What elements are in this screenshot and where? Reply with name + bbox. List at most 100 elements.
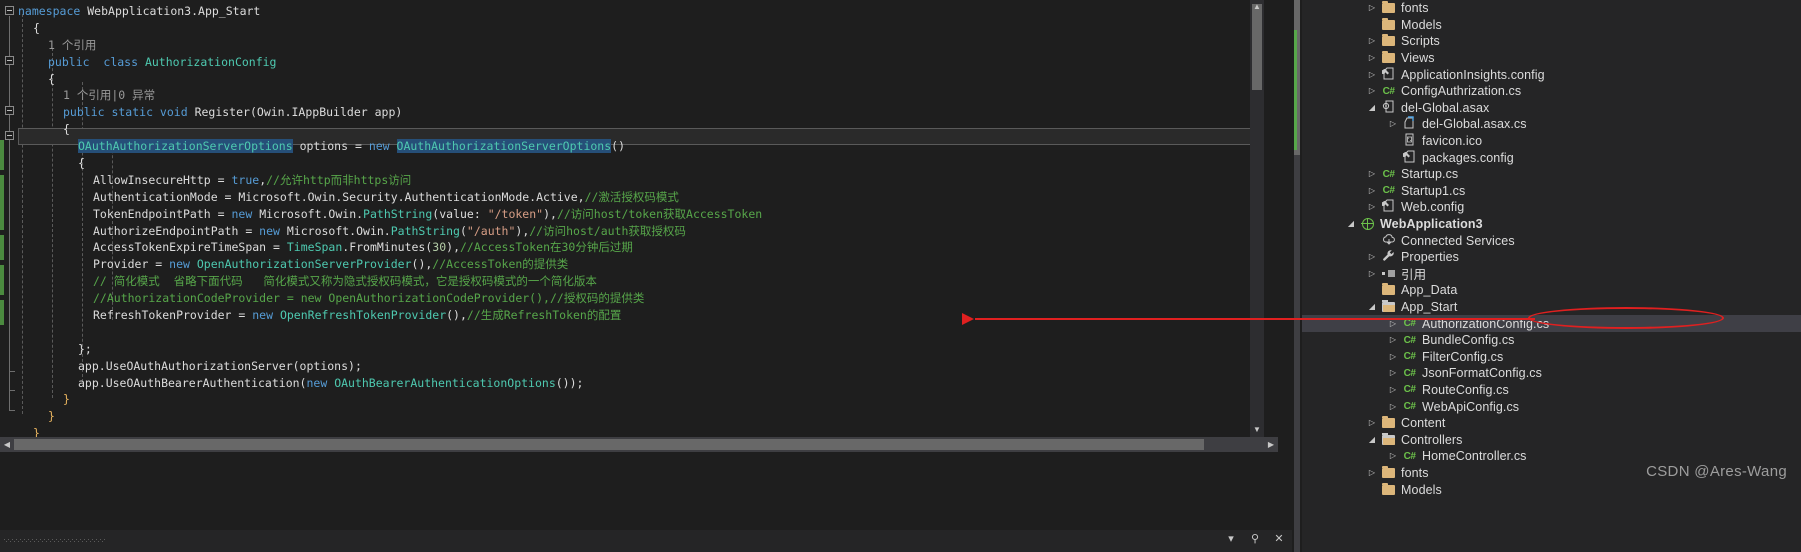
tree-item-webapplication3[interactable]: ◢ WebApplication3 <box>1302 216 1801 233</box>
code-line[interactable]: TokenEndpointPath = new Microsoft.Owin.P… <box>0 206 762 223</box>
code-text[interactable]: namespace WebApplication3.App_Start{1 个引… <box>0 3 762 437</box>
chevron-right-icon[interactable]: ▷ <box>1364 54 1380 62</box>
scroll-left-arrow[interactable]: ◀ <box>0 437 14 452</box>
chevron-right-icon[interactable]: ▷ <box>1364 186 1380 195</box>
code-token: //允许http而非https访问 <box>266 172 412 187</box>
code-line[interactable]: public static void Register(Owin.IAppBui… <box>0 104 762 121</box>
tree-item-[interactable]: ▷ 引用 <box>1302 266 1801 282</box>
solution-tree[interactable]: ▷ fonts Models ▷ Scripts ▷ Views ▷ ApplicationIn… <box>1302 0 1801 498</box>
chevron-right-icon[interactable]: ▷ <box>1385 336 1401 344</box>
code-line[interactable]: } <box>0 408 762 425</box>
chevron-right-icon[interactable]: ▷ <box>1385 385 1401 394</box>
pane-splitter[interactable] <box>1292 0 1302 552</box>
code-line[interactable]: { <box>0 20 762 37</box>
tree-item-applicationinsights-config[interactable]: ▷ ApplicationInsights.config <box>1302 66 1801 83</box>
tree-item-app-data[interactable]: App_Data <box>1302 282 1801 299</box>
tool-window-dropdown-button[interactable]: ▾ <box>1224 534 1238 548</box>
code-line[interactable]: namespace WebApplication3.App_Start <box>0 3 762 20</box>
code-surface[interactable]: namespace WebApplication3.App_Start{1 个引… <box>0 0 1278 437</box>
code-line[interactable]: }; <box>0 341 762 358</box>
scrollbar-thumb[interactable] <box>1252 4 1262 90</box>
chevron-right-icon[interactable]: ▷ <box>1385 319 1401 328</box>
chevron-down-icon[interactable]: ◢ <box>1364 302 1380 311</box>
tree-item-controllers[interactable]: ◢ Controllers <box>1302 431 1801 448</box>
chevron-right-icon[interactable]: ▷ <box>1385 120 1401 128</box>
code-line[interactable]: AccessTokenExpireTimeSpan = TimeSpan.Fro… <box>0 239 762 256</box>
tree-item-models[interactable]: Models <box>1302 481 1801 498</box>
tree-item-del-global-asax-cs[interactable]: ▷ del-Global.asax.cs <box>1302 116 1801 133</box>
chevron-right-icon[interactable]: ▷ <box>1364 87 1380 95</box>
tool-window-close-button[interactable]: ✕ <box>1272 534 1286 548</box>
code-line[interactable]: } <box>0 425 762 437</box>
drag-handle-dots[interactable] <box>4 539 304 543</box>
code-line[interactable]: public class AuthorizationConfig <box>0 54 762 71</box>
code-line[interactable]: app.UseOAuthBearerAuthentication(new OAu… <box>0 375 762 392</box>
code-line[interactable]: { <box>0 121 762 138</box>
tree-item-scripts[interactable]: ▷ Scripts <box>1302 33 1801 50</box>
scroll-right-arrow[interactable]: ▶ <box>1264 437 1278 452</box>
code-line[interactable]: { <box>0 155 762 172</box>
code-line[interactable]: RefreshTokenProvider = new OpenRefreshTo… <box>0 307 762 324</box>
code-line[interactable]: OAuthAuthorizationServerOptions options … <box>0 138 762 155</box>
editor-vertical-scrollbar[interactable]: ▲ ▼ <box>1250 0 1264 437</box>
tree-item-webapiconfig-cs[interactable]: ▷ C# WebApiConfig.cs <box>1302 398 1801 415</box>
solution-explorer-pane[interactable]: ▷ fonts Models ▷ Scripts ▷ Views ▷ ApplicationIn… <box>1302 0 1801 552</box>
chevron-right-icon[interactable]: ▷ <box>1364 170 1380 178</box>
code-line[interactable] <box>0 324 762 341</box>
tree-item-startup1-cs[interactable]: ▷ C# Startup1.cs <box>1302 183 1801 200</box>
chevron-down-icon[interactable]: ◢ <box>1364 435 1380 444</box>
code-line[interactable]: AllowInsecureHttp = true,//允许http而非https… <box>0 172 762 189</box>
chevron-right-icon[interactable]: ▷ <box>1364 4 1380 12</box>
code-line[interactable]: { <box>0 71 762 88</box>
code-line[interactable]: app.UseOAuthAuthorizationServer(options)… <box>0 358 762 375</box>
chevron-right-icon[interactable]: ▷ <box>1385 402 1401 411</box>
code-line[interactable]: // 简化模式 省略下面代码 简化模式又称为隐式授权码模式，它是授权码模式的一个… <box>0 273 762 290</box>
tree-item-routeconfig-cs[interactable]: ▷ C# RouteConfig.cs <box>1302 382 1801 399</box>
hscrollbar-thumb[interactable] <box>14 439 1204 450</box>
code-line[interactable]: Provider = new OpenAuthorizationServerPr… <box>0 256 762 273</box>
chevron-right-icon[interactable]: ▷ <box>1385 369 1401 377</box>
scroll-down-arrow[interactable]: ▼ <box>1250 423 1264 437</box>
chevron-right-icon[interactable]: ▷ <box>1385 352 1401 361</box>
tree-item-bundleconfig-cs[interactable]: ▷ C# BundleConfig.cs <box>1302 332 1801 349</box>
code-line[interactable]: 1 个引用 <box>0 37 762 54</box>
code-token: TokenEndpointPath = <box>93 206 232 221</box>
code-line[interactable]: AuthorizeEndpointPath = new Microsoft.Ow… <box>0 223 762 240</box>
chevron-right-icon[interactable]: ▷ <box>1385 452 1401 460</box>
tree-item-fonts[interactable]: ▷ fonts <box>1302 0 1801 17</box>
code-line[interactable]: AuthenticationMode = Microsoft.Owin.Secu… <box>0 189 762 206</box>
code-token: AuthorizeEndpointPath = <box>93 223 260 238</box>
code-line[interactable]: //AuthorizationCodeProvider = new OpenAu… <box>0 290 762 307</box>
tree-item-jsonformatconfig-cs[interactable]: ▷ C# JsonFormatConfig.cs <box>1302 365 1801 382</box>
tree-item-configauthrization-cs[interactable]: ▷ C# ConfigAuthrization.cs <box>1302 83 1801 100</box>
scroll-up-arrow[interactable]: ▲ <box>1250 0 1264 14</box>
tree-item-connected-services[interactable]: Connected Services <box>1302 232 1801 249</box>
editor-horizontal-scrollbar[interactable]: ◀ ▶ <box>0 437 1278 452</box>
chevron-right-icon[interactable]: ▷ <box>1364 419 1380 427</box>
chevron-down-icon[interactable]: ◢ <box>1364 103 1380 112</box>
chevron-right-icon[interactable]: ▷ <box>1364 269 1380 278</box>
chevron-right-icon[interactable]: ▷ <box>1364 37 1380 45</box>
chevron-right-icon[interactable]: ▷ <box>1364 253 1380 261</box>
tree-item-packages-config[interactable]: packages.config <box>1302 149 1801 166</box>
tree-item-content[interactable]: ▷ Content <box>1302 415 1801 432</box>
code-token: ), <box>446 240 460 255</box>
tool-window-pin-button[interactable]: ⚲ <box>1248 534 1262 548</box>
tree-item-del-global-asax[interactable]: ◢ del-Global.asax <box>1302 100 1801 117</box>
tree-item-views[interactable]: ▷ Views <box>1302 50 1801 67</box>
code-line[interactable]: } <box>0 391 762 408</box>
chevron-down-icon[interactable]: ◢ <box>1343 220 1359 228</box>
code-line[interactable]: 1 个引用|0 异常 <box>0 87 762 104</box>
chevron-right-icon[interactable]: ▷ <box>1364 70 1380 79</box>
tree-item-authorizationconfig-cs[interactable]: ▷ C# AuthorizationConfig.cs <box>1302 315 1801 332</box>
tree-item-properties[interactable]: ▷ Properties <box>1302 249 1801 266</box>
chevron-right-icon[interactable]: ▷ <box>1364 468 1380 477</box>
tree-item-startup-cs[interactable]: ▷ C# Startup.cs <box>1302 166 1801 183</box>
tree-item-models[interactable]: Models <box>1302 17 1801 34</box>
code-token: class <box>103 54 145 69</box>
tree-item-web-config[interactable]: ▷ Web.config <box>1302 199 1801 216</box>
tree-item-filterconfig-cs[interactable]: ▷ C# FilterConfig.cs <box>1302 348 1801 365</box>
tree-item-app-start[interactable]: ◢ App_Start <box>1302 299 1801 316</box>
tree-item-favicon-ico[interactable]: favicon.ico <box>1302 133 1801 150</box>
chevron-right-icon[interactable]: ▷ <box>1364 203 1380 211</box>
